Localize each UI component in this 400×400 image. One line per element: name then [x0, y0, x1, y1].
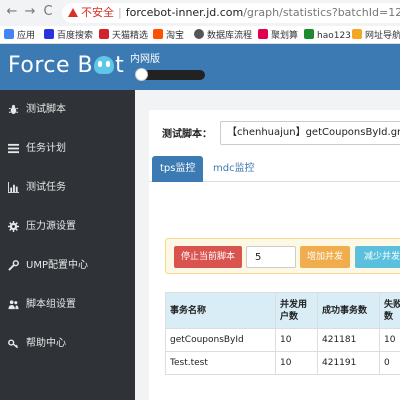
- address-bar[interactable]: 不安全 | forcebot-inner.jd.com/graph/statisti…: [62, 3, 400, 23]
- table-cell: 10: [275, 328, 318, 352]
- url-path: /graph/statistics?batchId=122587: [243, 6, 400, 19]
- baidu-icon: [44, 29, 54, 39]
- sidebar-item-label: UMP配置中心: [26, 260, 88, 271]
- key-icon: [8, 339, 19, 349]
- taobao-icon: [153, 29, 163, 39]
- tmall-icon: [99, 29, 109, 39]
- bookmark-db-flow[interactable]: 数据库流程: [194, 29, 252, 41]
- tab-tps-monitor[interactable]: tps监控: [152, 156, 204, 182]
- env-toggle[interactable]: [135, 68, 205, 81]
- robot-icon: [94, 56, 115, 74]
- bookmark-label: 淘宝: [166, 31, 185, 41]
- sidebar-item-label: 测试任务: [26, 182, 66, 193]
- bookmarks-bar: 应用 百度搜索 天猫精选 淘宝 数据库流程 聚划算 hao123 网址导航: [0, 26, 400, 44]
- decrease-concurrency-button[interactable]: 减少并发: [355, 246, 400, 268]
- bookmark-nav[interactable]: 网址导航: [352, 29, 400, 41]
- bookmark-tmall[interactable]: 天猫精选: [99, 29, 148, 41]
- table-cell: getCouponsById: [165, 328, 276, 352]
- logo-text: Force B: [8, 53, 94, 78]
- list-icon: [8, 143, 19, 154]
- sidebar: 测试脚本 任务计划 测试任务 压力源设置 UMP配置中心 脚本组设置 帮助中心: [0, 90, 135, 400]
- column-header-concurrent-users: 并发用户数: [275, 292, 318, 329]
- transaction-stats-table: 事务名称 并发用户数 成功事务数 失败数 getCouponsById 10 4…: [165, 292, 400, 375]
- table-cell: Test.test: [165, 351, 276, 375]
- users-icon: [8, 300, 19, 310]
- forward-arrow-icon[interactable]: →: [22, 4, 38, 20]
- action-bar: 停止当前脚本 增加并发 减少并发: [165, 238, 400, 274]
- bookmark-label: 数据库流程: [207, 31, 253, 41]
- url-host: forcebot-inner.jd.com: [125, 6, 244, 19]
- app-header: Force B t 内网版: [0, 44, 400, 90]
- tab-mdc-monitor[interactable]: mdc监控: [205, 156, 263, 182]
- stop-script-button[interactable]: 停止当前脚本: [174, 246, 242, 268]
- script-label: 测试脚本：: [162, 129, 212, 140]
- table-cell: 10: [379, 328, 400, 352]
- table-cell: 421181: [317, 328, 380, 352]
- sidebar-item-label: 压力源设置: [26, 221, 76, 232]
- hao123-icon: [304, 29, 314, 39]
- toggle-knob[interactable]: [135, 68, 148, 81]
- column-header-failure-count: 失败数: [379, 292, 400, 329]
- back-arrow-icon[interactable]: ←: [4, 4, 20, 20]
- bar-chart-icon: [8, 182, 19, 193]
- bookmark-taobao[interactable]: 淘宝: [153, 29, 184, 41]
- bookmark-hao123[interactable]: hao123: [304, 29, 351, 41]
- bookmark-label: 百度搜索: [57, 31, 94, 41]
- sidebar-item-label: 帮助中心: [26, 338, 66, 349]
- table-cell: 421191: [317, 351, 380, 375]
- browser-toolbar: ← → C 不安全 | forcebot-inner.jd.com/graph/st…: [0, 0, 400, 26]
- monitor-tabs: tps监控 mdc监控: [149, 156, 400, 182]
- bug-icon: [8, 104, 19, 115]
- script-select[interactable]: 【chenhuajun】getCouponsById.groo: [220, 121, 400, 145]
- bookmark-baidu[interactable]: 百度搜索: [44, 29, 93, 41]
- wrench-icon: [8, 260, 19, 271]
- bookmark-apps[interactable]: 应用: [4, 29, 35, 41]
- globe-icon: [194, 29, 204, 39]
- reload-icon[interactable]: C: [40, 4, 56, 20]
- table-cell: 10: [275, 351, 318, 375]
- url-separator: |: [118, 6, 122, 19]
- sidebar-item-task-plan[interactable]: 任务计划: [0, 129, 135, 168]
- warning-icon: [68, 8, 78, 17]
- sidebar-item-label: 脚本组设置: [26, 299, 76, 310]
- bookmark-label: hao123: [317, 31, 351, 41]
- concurrency-input[interactable]: [246, 246, 296, 268]
- nav-icon: [352, 29, 362, 39]
- table-header-row: 事务名称 并发用户数 成功事务数 失败数: [165, 292, 400, 329]
- bookmark-label: 天猫精选: [112, 31, 149, 41]
- insecure-label: 不安全: [81, 6, 114, 19]
- table-row: Test.test 10 421191 0: [165, 351, 400, 375]
- bookmark-label: 应用: [17, 31, 36, 41]
- column-header-transaction-name: 事务名称: [165, 292, 276, 329]
- sidebar-item-test-task[interactable]: 测试任务: [0, 168, 135, 207]
- bookmark-label: 网址导航: [365, 31, 400, 41]
- forcebot-logo[interactable]: Force B t: [8, 53, 124, 79]
- juhuasuan-icon: [258, 29, 268, 39]
- bookmark-label: 聚划算: [271, 31, 299, 41]
- bookmark-juhuasuan[interactable]: 聚划算: [258, 29, 298, 41]
- sidebar-item-pressure-source[interactable]: 压力源设置: [0, 207, 135, 246]
- gear-icon: [8, 221, 19, 232]
- increase-concurrency-button[interactable]: 增加并发: [300, 246, 350, 268]
- env-label: 内网版: [130, 54, 160, 65]
- sidebar-item-test-script[interactable]: 测试脚本: [0, 90, 135, 129]
- sidebar-item-script-group[interactable]: 脚本组设置: [0, 285, 135, 324]
- sidebar-item-label: 任务计划: [26, 143, 66, 154]
- logo-text-end: t: [115, 53, 125, 78]
- sidebar-item-label: 测试脚本: [26, 104, 66, 115]
- column-header-success-count: 成功事务数: [317, 292, 380, 329]
- table-row: getCouponsById 10 421181 10: [165, 328, 400, 352]
- table-cell: 0: [379, 351, 400, 375]
- browser-window: ← → C 不安全 | forcebot-inner.jd.com/graph/st…: [0, 0, 400, 400]
- apps-icon: [4, 29, 14, 39]
- sidebar-item-ump-config[interactable]: UMP配置中心: [0, 246, 135, 285]
- sidebar-item-help-center[interactable]: 帮助中心: [0, 324, 135, 363]
